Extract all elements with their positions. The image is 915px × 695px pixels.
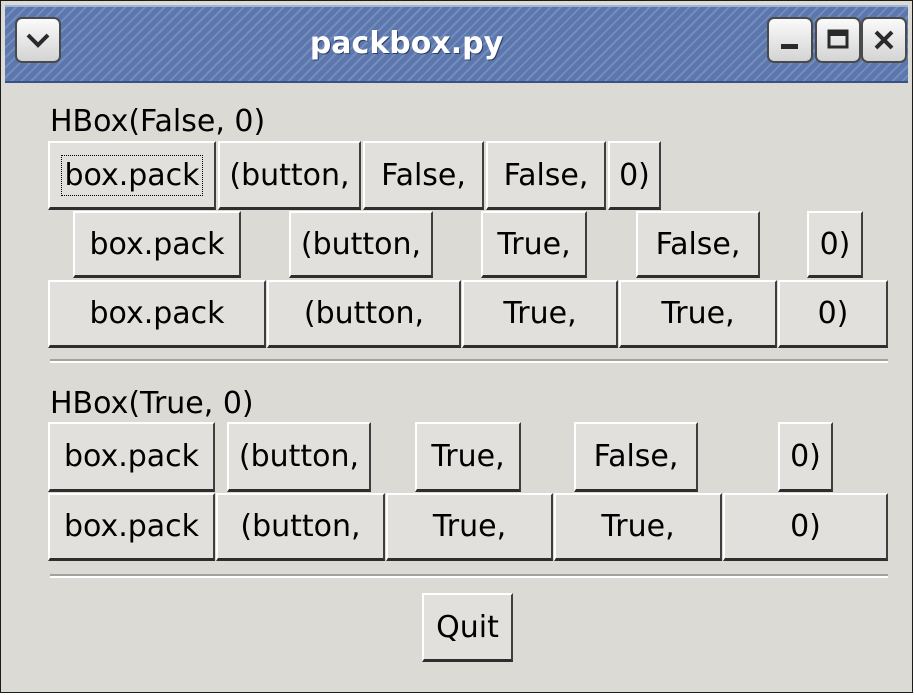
button-label: box.pack	[61, 154, 203, 196]
button-label: False,	[593, 439, 679, 474]
row2-button-arg-button[interactable]: (button,	[289, 211, 433, 278]
button-label: False,	[381, 157, 466, 193]
button-label: box.pack	[63, 509, 200, 544]
row2-padding-button[interactable]: 0)	[807, 211, 863, 278]
button-label: False,	[503, 157, 589, 193]
window-title: packbox.py	[309, 26, 504, 61]
row5-button-arg-button[interactable]: (button,	[216, 493, 385, 561]
separator	[50, 574, 888, 578]
button-label: 0)	[790, 439, 821, 474]
button-label: True,	[431, 439, 505, 474]
row3-button-arg-button[interactable]: (button,	[267, 280, 461, 348]
row3-fill-true-button[interactable]: True,	[619, 280, 777, 348]
button-label: (button,	[240, 509, 361, 544]
row1-padding-button[interactable]: 0)	[608, 141, 661, 210]
row3-expand-true-button[interactable]: True,	[462, 280, 618, 348]
button-label: (button,	[229, 157, 350, 193]
button-label: (button,	[238, 439, 360, 474]
row2-expand-true-button[interactable]: True,	[481, 211, 587, 278]
row3-padding-button[interactable]: 0)	[778, 280, 888, 348]
row4-box-pack-button[interactable]: box.pack	[48, 422, 215, 492]
chevron-down-icon	[26, 33, 50, 48]
close-button[interactable]	[861, 17, 907, 63]
minimize-button[interactable]	[767, 17, 813, 63]
row1-button-arg-button[interactable]: (button,	[218, 141, 361, 210]
button-label: box.pack	[89, 296, 225, 331]
button-label: (button,	[300, 226, 422, 262]
row1-fill-false-button[interactable]: False,	[486, 141, 606, 210]
button-label: Quit	[436, 609, 499, 645]
button-label: 0)	[819, 226, 851, 262]
close-icon	[874, 30, 894, 50]
row2-box-pack-button[interactable]: box.pack	[73, 211, 241, 278]
button-label: 0)	[790, 509, 821, 544]
maximize-button[interactable]	[815, 17, 861, 63]
button-label: True,	[601, 509, 675, 544]
row4-button-arg-button[interactable]: (button,	[227, 422, 371, 492]
button-label: (button,	[303, 296, 425, 331]
button-label: True,	[661, 296, 735, 331]
window-menu-button[interactable]	[15, 17, 61, 63]
row2-fill-false-button[interactable]: False,	[636, 211, 760, 278]
maximize-icon	[827, 29, 849, 49]
row5-expand-true-button[interactable]: True,	[386, 493, 553, 561]
row4-fill-false-button[interactable]: False,	[574, 422, 698, 492]
button-label: True,	[503, 296, 577, 331]
row4-expand-true-button[interactable]: True,	[415, 422, 521, 492]
row5-box-pack-button[interactable]: box.pack	[48, 493, 215, 561]
button-label: True,	[497, 226, 571, 262]
button-label: 0)	[817, 296, 849, 331]
row5-padding-button[interactable]: 0)	[723, 493, 888, 561]
app-window: packbox.py HBox(False, 0) box.pack (butt…	[0, 0, 913, 693]
hbox-false-label: HBox(False, 0)	[50, 104, 266, 139]
button-label: box.pack	[63, 439, 200, 474]
row4-padding-button[interactable]: 0)	[778, 422, 833, 492]
button-label: True,	[432, 509, 507, 544]
button-label: False,	[655, 226, 741, 262]
row1-box-pack-button[interactable]: box.pack	[48, 141, 216, 210]
title-bar[interactable]: packbox.py	[5, 5, 908, 83]
row3-box-pack-button[interactable]: box.pack	[48, 280, 266, 348]
separator	[50, 359, 888, 363]
button-label: box.pack	[89, 226, 225, 262]
button-label: 0)	[619, 157, 650, 193]
row5-fill-true-button[interactable]: True,	[554, 493, 722, 561]
hbox-true-label: HBox(True, 0)	[50, 386, 254, 421]
minimize-icon	[781, 44, 798, 49]
row1-expand-false-button[interactable]: False,	[363, 141, 484, 210]
quit-button[interactable]: Quit	[422, 593, 513, 662]
